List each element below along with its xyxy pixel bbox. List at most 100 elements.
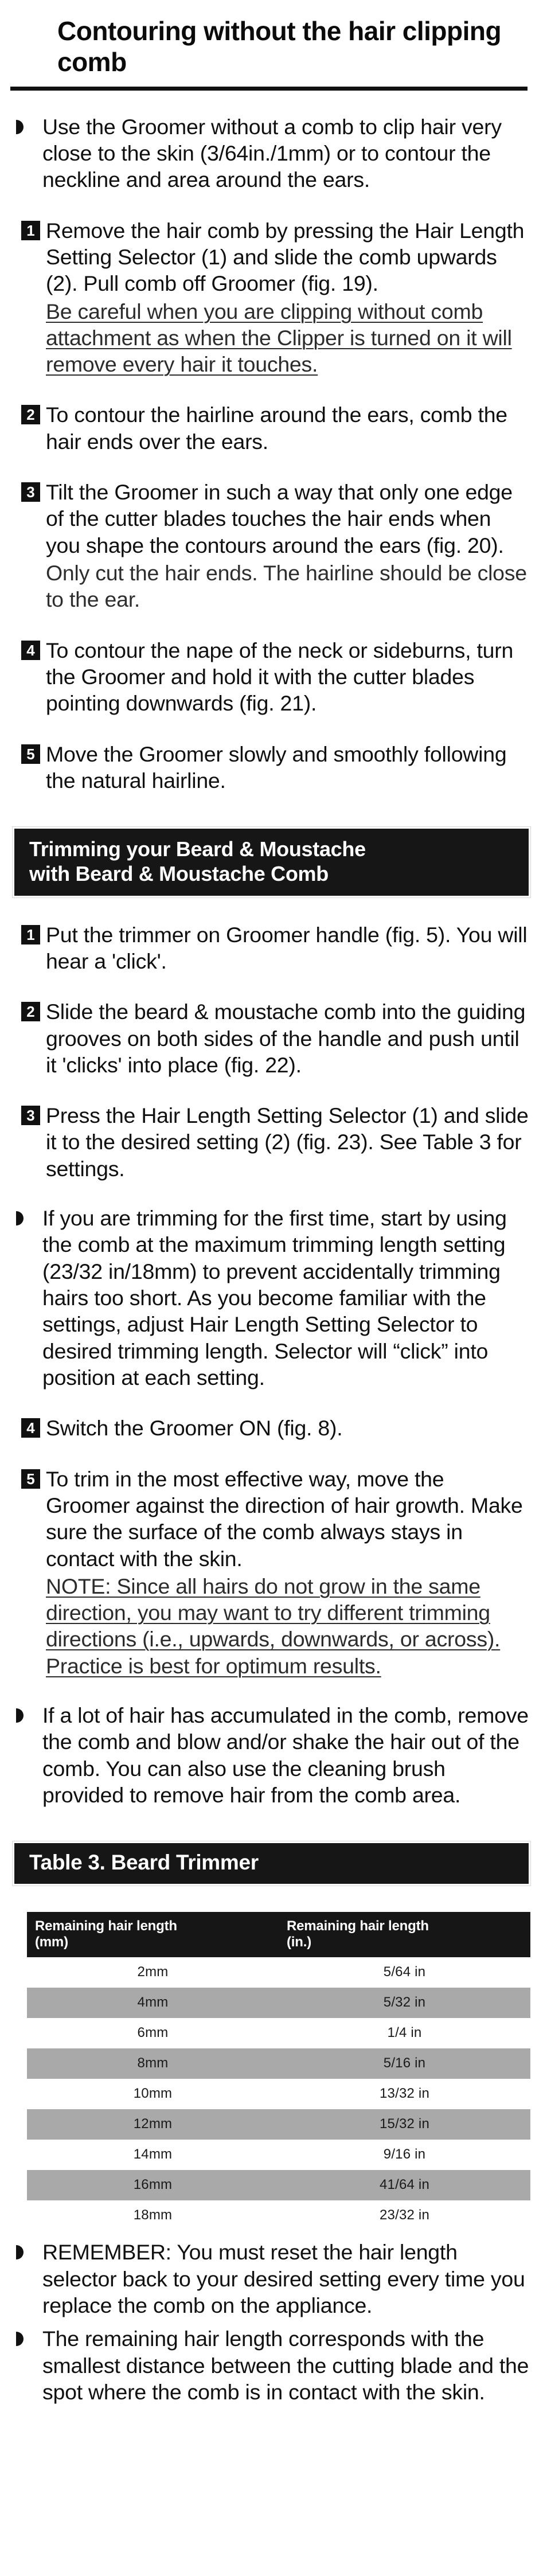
column-header-in-line1: Remaining hair length — [287, 1918, 429, 1934]
section-contouring: Use the Groomer without a comb to clip h… — [10, 114, 530, 794]
cell-in: 5/16 in — [279, 2048, 530, 2079]
list-item: 4 To contour the nape of the neck or sid… — [10, 637, 530, 717]
table-row: 12mm 15/32 in — [27, 2109, 530, 2140]
step-number-badge: 5 — [21, 1469, 40, 1489]
cell-mm: 6mm — [27, 2018, 279, 2049]
cell-mm: 16mm — [27, 2170, 279, 2201]
step-text: Move the Groomer slowly and smoothly fol… — [46, 741, 507, 793]
step-number-badge: 3 — [21, 482, 40, 502]
cell-in: 15/32 in — [279, 2109, 530, 2140]
table-row: 10mm 13/32 in — [27, 2079, 530, 2110]
table-caption-banner: Table 3. Beard Trimmer — [12, 1841, 531, 1886]
cell-in: 41/64 in — [279, 2170, 530, 2201]
table-head: Remaining hair length (mm) Remaining hai… — [27, 1911, 530, 1958]
cell-mm: 12mm — [27, 2109, 279, 2140]
step-text: Slide the beard & moustache comb into th… — [46, 1000, 526, 1077]
table-header-row: Remaining hair length (mm) Remaining hai… — [27, 1911, 530, 1958]
step-number-badge: 1 — [21, 924, 40, 944]
cell-mm: 8mm — [27, 2048, 279, 2079]
cell-mm: 18mm — [27, 2200, 279, 2231]
section-banner-trimming-beard: Trimming your Beard & Moustache with Bea… — [12, 826, 531, 898]
footer-notes: REMEMBER: You must reset the hair length… — [10, 2239, 530, 2405]
bottom-spacer — [0, 2405, 547, 2425]
column-header-in: Remaining hair length (in.) — [279, 1911, 530, 1958]
step-text: To contour the nape of the neck or sideb… — [46, 638, 514, 716]
bullet-text: If you are trimming for the first time, … — [42, 1206, 507, 1390]
step-number-badge: 3 — [21, 1106, 40, 1126]
step-text: Press the Hair Length Setting Selector (… — [46, 1103, 529, 1181]
table-beard-trimmer: Remaining hair length (mm) Remaining hai… — [27, 1911, 530, 2231]
step-note-text: NOTE: Since all hairs do not grow in the… — [46, 1574, 501, 1678]
triangle-bullet-icon — [16, 1708, 24, 1723]
table-row: 8mm 5/16 in — [27, 2048, 530, 2079]
step-note-text: Be careful when you are clipping without… — [46, 299, 512, 377]
step-text: Put the trimmer on Groomer handle (fig. … — [46, 922, 528, 973]
table-caption: Table 3. Beard Trimmer — [29, 1851, 259, 1875]
triangle-bullet-icon — [16, 119, 24, 134]
cell-in: 1/4 in — [279, 2018, 530, 2049]
table-row: 4mm 5/32 in — [27, 1988, 530, 2019]
step-note: Be careful when you are clipping without… — [46, 298, 530, 378]
cell-in: 9/16 in — [279, 2140, 530, 2171]
bullet-text: REMEMBER: You must reset the hair length… — [42, 2240, 525, 2317]
cell-in: 5/32 in — [279, 1988, 530, 2019]
bullet-text: If a lot of hair has accumulated in the … — [42, 1703, 529, 1807]
table-beard-trimmer-wrapper: Remaining hair length (mm) Remaining hai… — [27, 1911, 530, 2231]
step-text: To contour the hairline around the ears,… — [46, 403, 507, 454]
step-text: Tilt the Groomer in such a way that only… — [46, 480, 513, 557]
list-item: 3 Press the Hair Length Setting Selector… — [10, 1102, 530, 1182]
table-row: 6mm 1/4 in — [27, 2018, 530, 2049]
table-row: 16mm 41/64 in — [27, 2170, 530, 2201]
bullet-text: Use the Groomer without a comb to clip h… — [42, 114, 502, 192]
step-note: Only cut the hair ends. The hairline sho… — [46, 560, 530, 613]
step-number-badge: 2 — [21, 405, 40, 425]
step-number-badge: 5 — [21, 744, 40, 764]
step-text: Remove the hair comb by pressing the Hai… — [46, 218, 525, 296]
list-item: 2 To contour the hairline around the ear… — [10, 401, 530, 455]
cell-in: 23/32 in — [279, 2200, 530, 2231]
list-item: REMEMBER: You must reset the hair length… — [10, 2239, 530, 2319]
step-number-badge: 2 — [21, 1002, 40, 1022]
list-item: Use the Groomer without a comb to clip h… — [10, 114, 530, 193]
list-item: If you are trimming for the first time, … — [10, 1205, 530, 1391]
column-header-in-line2: (in.) — [287, 1934, 311, 1950]
list-item: 3 Tilt the Groomer in such a way that on… — [10, 479, 530, 613]
cell-mm: 14mm — [27, 2140, 279, 2171]
triangle-bullet-icon — [16, 1211, 24, 1226]
cell-mm: 4mm — [27, 1988, 279, 2019]
table-body: 2mm 5/64 in 4mm 5/32 in 6mm 1/4 in 8mm 5… — [27, 1957, 530, 2231]
cell-mm: 10mm — [27, 2079, 279, 2110]
step-text: Switch the Groomer ON (fig. 8). — [46, 1416, 343, 1441]
cell-in: 13/32 in — [279, 2079, 530, 2110]
table-row: 2mm 5/64 in — [27, 1957, 530, 1988]
step-text: To trim in the most effective way, move … — [46, 1466, 523, 1571]
step-number-badge: 4 — [21, 640, 40, 660]
banner-line-1: Trimming your Beard & Moustache — [29, 837, 366, 861]
section-trimming-beard: 1 Put the trimmer on Groomer handle (fig… — [10, 922, 530, 1809]
cell-mm: 2mm — [27, 1957, 279, 1988]
table-row: 14mm 9/16 in — [27, 2140, 530, 2171]
list-item: 1 Put the trimmer on Groomer handle (fig… — [10, 922, 530, 975]
list-item: 5 Move the Groomer slowly and smoothly f… — [10, 741, 530, 794]
title-divider — [10, 85, 528, 91]
manual-page: Contouring without the hair clipping com… — [0, 16, 547, 2576]
table-row: 18mm 23/32 in — [27, 2200, 530, 2231]
cell-in: 5/64 in — [279, 1957, 530, 1988]
column-header-mm: Remaining hair length (mm) — [27, 1911, 279, 1958]
step-number-badge: 4 — [21, 1418, 40, 1438]
step-note: NOTE: Since all hairs do not grow in the… — [46, 1573, 530, 1679]
column-header-mm-line1: Remaining hair length — [35, 1918, 177, 1934]
triangle-bullet-icon — [16, 2245, 24, 2260]
column-header-mm-line2: (mm) — [35, 1934, 68, 1950]
list-item: 4 Switch the Groomer ON (fig. 8). — [10, 1415, 530, 1441]
list-item: If a lot of hair has accumulated in the … — [10, 1702, 530, 1808]
list-item: 5 To trim in the most effective way, mov… — [10, 1466, 530, 1680]
list-item: 2 Slide the beard & moustache comb into … — [10, 998, 530, 1078]
list-item: 1 Remove the hair comb by pressing the H… — [10, 217, 530, 378]
step-note-text: Only cut the hair ends. The hairline sho… — [46, 561, 527, 612]
list-item: The remaining hair length corresponds wi… — [10, 2325, 530, 2405]
banner-line-2: with Beard & Moustache Comb — [29, 862, 329, 886]
bullet-text: The remaining hair length corresponds wi… — [42, 2327, 529, 2404]
step-number-badge: 1 — [21, 220, 40, 240]
triangle-bullet-icon — [16, 2332, 24, 2347]
